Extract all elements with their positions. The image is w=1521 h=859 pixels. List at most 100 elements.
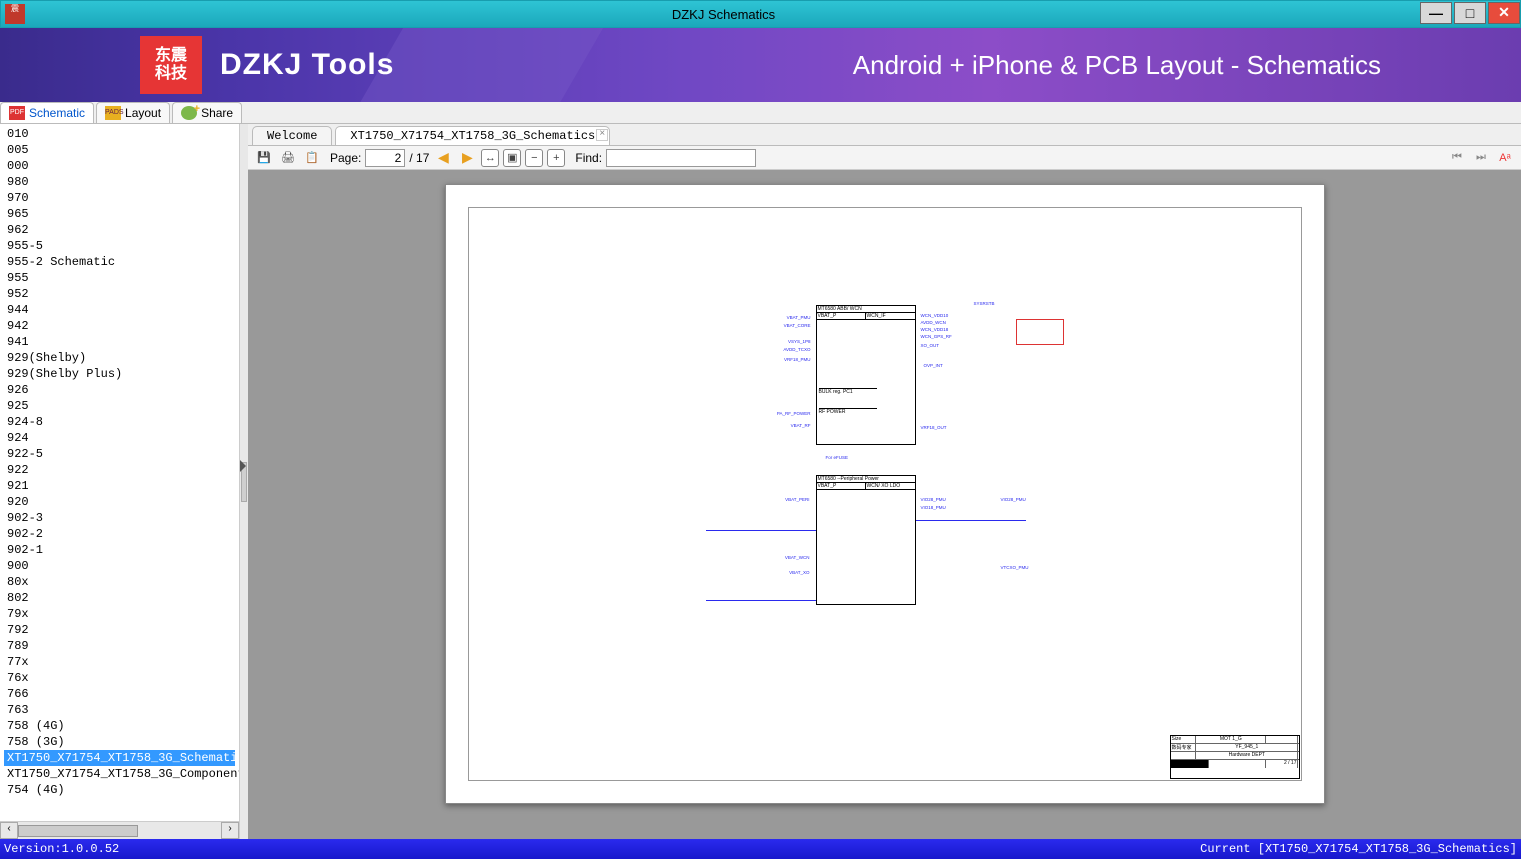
- statusbar: Version:1.0.0.52 Current [XT1750_X71754_…: [0, 839, 1521, 859]
- tree-item[interactable]: 802: [4, 590, 235, 606]
- zoom-out-button[interactable]: −: [525, 149, 543, 167]
- minimize-button[interactable]: —: [1420, 2, 1452, 24]
- maximize-button[interactable]: □: [1454, 2, 1486, 24]
- window-title: DZKJ Schematics: [29, 7, 1418, 22]
- tree-item[interactable]: 955: [4, 270, 235, 286]
- tree-item[interactable]: 76x: [4, 670, 235, 686]
- ic-block-mt6580-abb: MT6580 ABB/ WCN VBAT_P WCN_IF BULK reg. …: [816, 305, 916, 445]
- tab-layout[interactable]: PADS Layout: [96, 102, 170, 123]
- tree-item[interactable]: 965: [4, 206, 235, 222]
- document-toolbar: 💾 🖨 📋 Page: / 17 ◀ ▶ ↔ ▣ − + Find: ⏮ ⏭ A…: [248, 146, 1521, 170]
- tree-item[interactable]: 789: [4, 638, 235, 654]
- tree-item[interactable]: 79x: [4, 606, 235, 622]
- drawing-titleblock: SizeMOT 1_G 数码专家YF_945_1 Hardware DEPT 2…: [1170, 735, 1300, 779]
- tab-welcome[interactable]: Welcome: [252, 126, 332, 145]
- sidebar: 010005000980970965962955-5955-2 Schemati…: [0, 124, 240, 839]
- tree-item[interactable]: 758 (3G): [4, 734, 235, 750]
- tree-item[interactable]: 921: [4, 478, 235, 494]
- tree-item[interactable]: 926: [4, 382, 235, 398]
- pads-icon: PADS: [105, 106, 121, 120]
- tree-item[interactable]: 924: [4, 430, 235, 446]
- tree-item[interactable]: 980: [4, 174, 235, 190]
- tree-item[interactable]: 925: [4, 398, 235, 414]
- titlebar: 震 DZKJ Schematics — □ ✕: [0, 0, 1521, 28]
- fit-width-button[interactable]: ↔: [481, 149, 499, 167]
- highlight-box: [1016, 319, 1064, 345]
- scroll-left-button[interactable]: ‹: [0, 822, 18, 839]
- find-prev-button[interactable]: ⏮: [1447, 148, 1467, 168]
- tree-item[interactable]: 902-1: [4, 542, 235, 558]
- ic-block-mt6580-periph: MT6580 --Peripheral Power VBAT_P WCN/ XO…: [816, 475, 916, 605]
- content-pane: Welcome XT1750_X71754_XT1758_3G_Schemati…: [248, 124, 1521, 839]
- device-tree[interactable]: 010005000980970965962955-5955-2 Schemati…: [0, 124, 239, 821]
- tree-item[interactable]: 792: [4, 622, 235, 638]
- tree-item[interactable]: 010: [4, 126, 235, 142]
- page-viewport[interactable]: MT6580 ABB/ WCN VBAT_P WCN_IF BULK reg. …: [248, 170, 1521, 839]
- schematic-page: MT6580 ABB/ WCN VBAT_P WCN_IF BULK reg. …: [445, 184, 1325, 804]
- page-input[interactable]: [365, 149, 405, 167]
- tree-item[interactable]: 80x: [4, 574, 235, 590]
- brand-tagline: Android + iPhone & PCB Layout - Schemati…: [853, 50, 1381, 81]
- tree-item[interactable]: XT1750_X71754_XT1758_3G_Component_Loca: [4, 766, 235, 782]
- sidebar-hscrollbar[interactable]: ‹ ›: [0, 821, 239, 839]
- tree-item[interactable]: 766: [4, 686, 235, 702]
- find-label: Find:: [575, 151, 602, 165]
- brand-logo: 东震 科技: [140, 36, 202, 94]
- tree-item[interactable]: 952: [4, 286, 235, 302]
- block2-title: MT6580 --Peripheral Power: [817, 476, 915, 483]
- tree-item[interactable]: 924-8: [4, 414, 235, 430]
- prev-page-button[interactable]: ◀: [433, 148, 453, 168]
- save-icon[interactable]: 💾: [254, 148, 274, 168]
- tree-item[interactable]: 902-3: [4, 510, 235, 526]
- tree-item[interactable]: 955-5: [4, 238, 235, 254]
- tab-schematic[interactable]: PDF Schematic: [0, 102, 94, 123]
- tree-item[interactable]: 758 (4G): [4, 718, 235, 734]
- scroll-thumb[interactable]: [18, 825, 138, 837]
- brand-title: DZKJ Tools: [220, 48, 394, 82]
- block1-title: MT6580 ABB/ WCN: [817, 306, 915, 313]
- tree-item[interactable]: 005: [4, 142, 235, 158]
- tree-item[interactable]: 922-5: [4, 446, 235, 462]
- find-next-button[interactable]: ⏭: [1471, 148, 1491, 168]
- tree-item[interactable]: 000: [4, 158, 235, 174]
- next-page-button[interactable]: ▶: [457, 148, 477, 168]
- tree-item[interactable]: 902-2: [4, 526, 235, 542]
- close-button[interactable]: ✕: [1488, 2, 1520, 24]
- main-area: 010005000980970965962955-5955-2 Schemati…: [0, 124, 1521, 839]
- tree-item[interactable]: 922: [4, 462, 235, 478]
- fit-page-button[interactable]: ▣: [503, 149, 521, 167]
- tree-item[interactable]: 920: [4, 494, 235, 510]
- tree-item[interactable]: XT1750_X71754_XT1758_3G_Schematics: [4, 750, 235, 766]
- tree-item[interactable]: 754 (4G): [4, 782, 235, 798]
- current-file-label: Current [XT1750_X71754_XT1758_3G_Schemat…: [1200, 842, 1517, 856]
- scroll-right-button[interactable]: ›: [221, 822, 239, 839]
- print-icon[interactable]: 🖨: [278, 148, 298, 168]
- tree-item[interactable]: 900: [4, 558, 235, 574]
- schematic-diagram: MT6580 ABB/ WCN VBAT_P WCN_IF BULK reg. …: [706, 305, 1246, 655]
- tree-item[interactable]: 944: [4, 302, 235, 318]
- banner: 东震 科技 DZKJ Tools Android + iPhone & PCB …: [0, 28, 1521, 102]
- text-search-icon[interactable]: Aᵃ: [1495, 148, 1515, 168]
- share-icon: [181, 106, 197, 120]
- splitter[interactable]: [240, 124, 248, 839]
- copy-icon[interactable]: 📋: [302, 148, 322, 168]
- mode-tab-bar: PDF Schematic PADS Layout Share: [0, 102, 1521, 124]
- close-tab-icon[interactable]: ×: [596, 129, 608, 141]
- tree-item[interactable]: 763: [4, 702, 235, 718]
- tree-item[interactable]: 962: [4, 222, 235, 238]
- find-input[interactable]: [606, 149, 756, 167]
- tree-item[interactable]: 942: [4, 318, 235, 334]
- page-total: / 17: [409, 151, 429, 165]
- tree-item[interactable]: 77x: [4, 654, 235, 670]
- tree-item[interactable]: 929(Shelby): [4, 350, 235, 366]
- tree-item[interactable]: 941: [4, 334, 235, 350]
- tree-item[interactable]: 929(Shelby Plus): [4, 366, 235, 382]
- tab-current-file[interactable]: XT1750_X71754_XT1758_3G_Schematics ×: [335, 126, 610, 145]
- tree-item[interactable]: 955-2 Schematic: [4, 254, 235, 270]
- document-tab-bar: Welcome XT1750_X71754_XT1758_3G_Schemati…: [248, 124, 1521, 146]
- tab-share[interactable]: Share: [172, 102, 242, 123]
- zoom-in-button[interactable]: +: [547, 149, 565, 167]
- page-label: Page:: [330, 151, 361, 165]
- tree-item[interactable]: 970: [4, 190, 235, 206]
- scroll-track[interactable]: [18, 822, 221, 839]
